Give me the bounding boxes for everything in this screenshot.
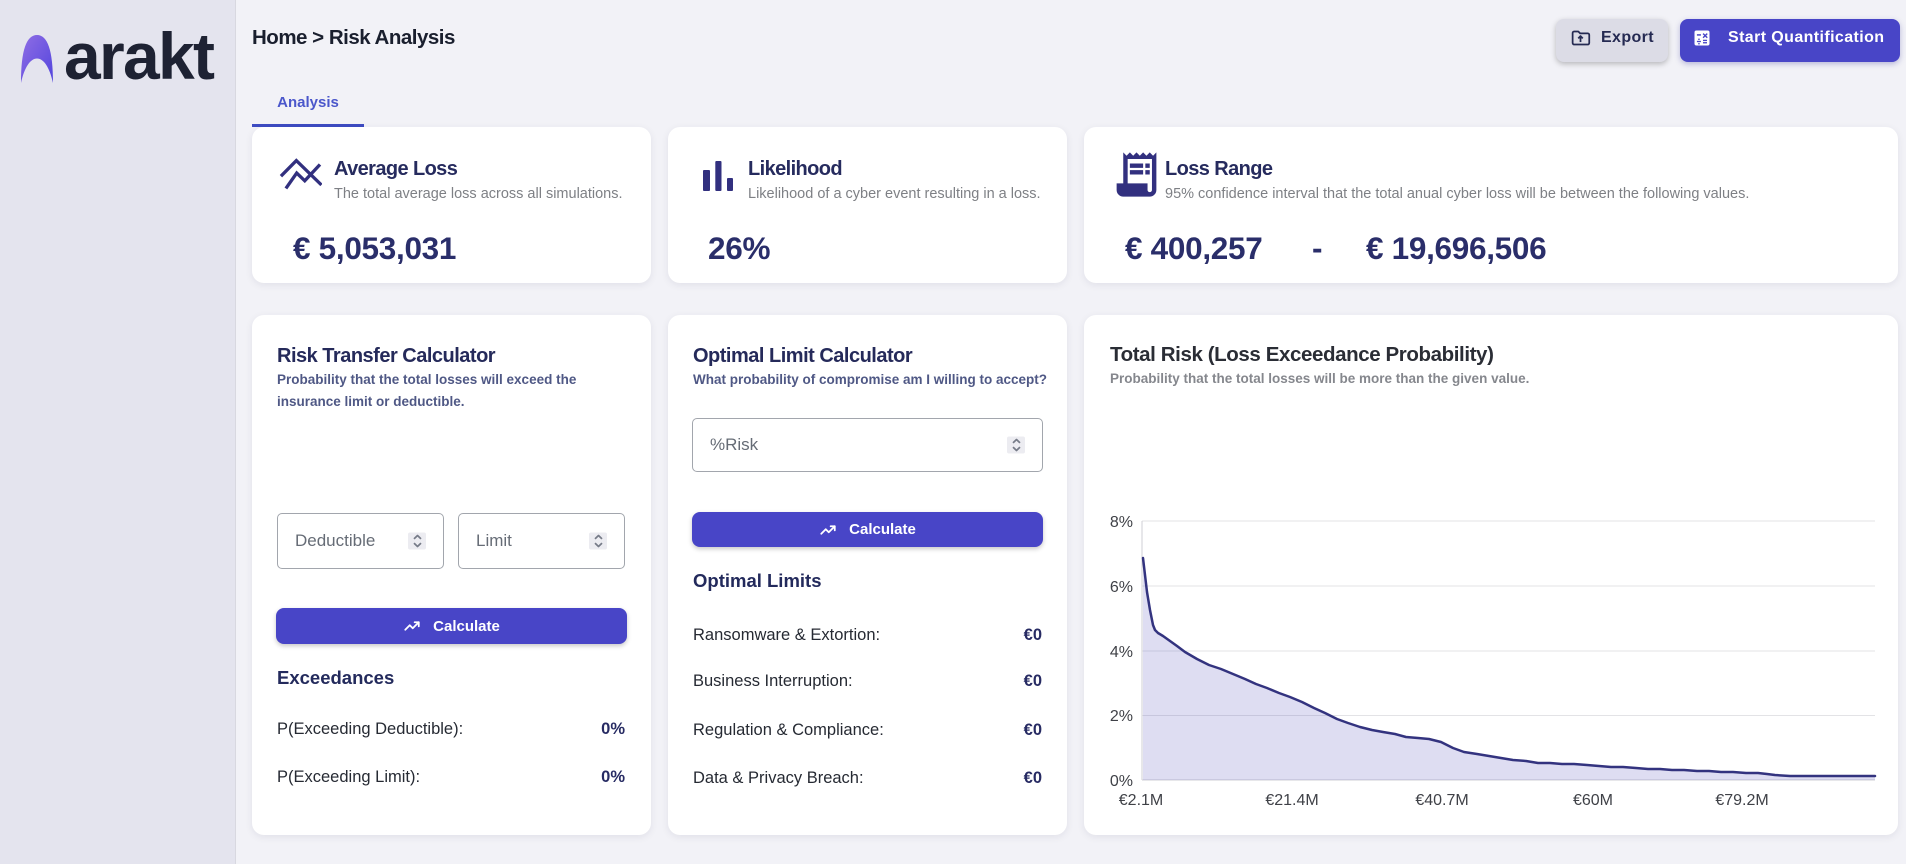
svg-text:0%: 0% (1110, 773, 1133, 790)
svg-text:€79.2M: €79.2M (1715, 792, 1768, 809)
svg-text:6%: 6% (1110, 579, 1133, 596)
svg-text:€60M: €60M (1573, 792, 1613, 809)
svg-text:€40.7M: €40.7M (1415, 792, 1468, 809)
svg-text:€21.4M: €21.4M (1265, 792, 1318, 809)
svg-text:8%: 8% (1110, 514, 1133, 531)
svg-text:2%: 2% (1110, 708, 1133, 725)
svg-text:€2.1M: €2.1M (1119, 792, 1163, 809)
svg-text:4%: 4% (1110, 644, 1133, 661)
